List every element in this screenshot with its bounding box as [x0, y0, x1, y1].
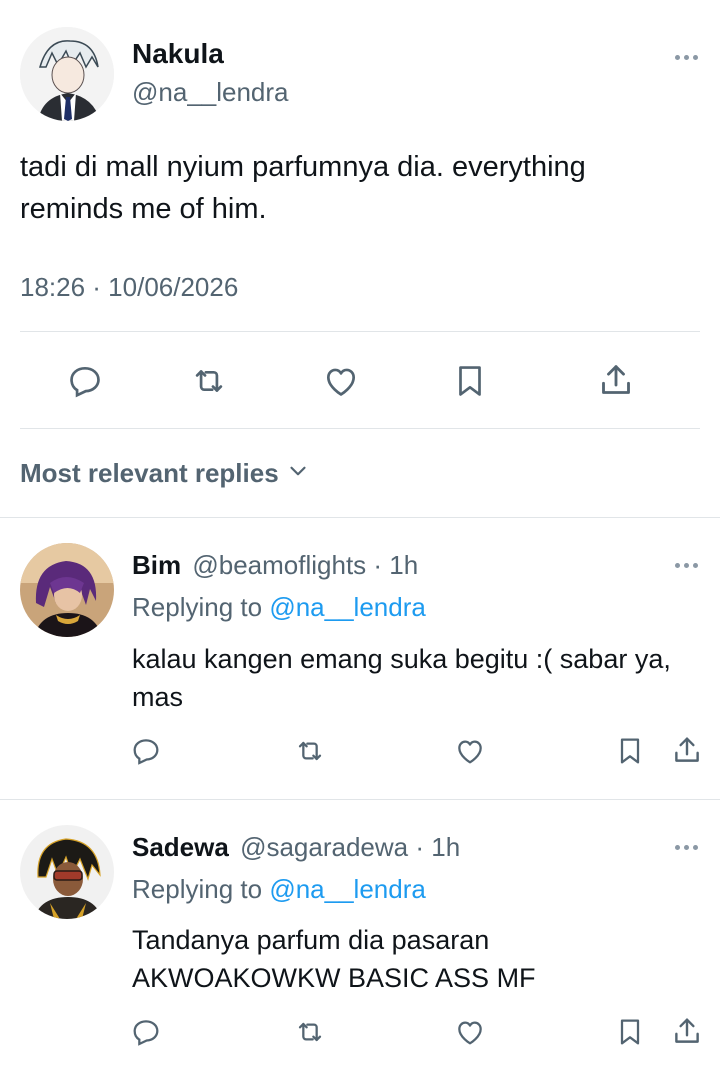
bookmark-icon[interactable] — [614, 1016, 646, 1048]
chevron-down-icon — [285, 458, 311, 489]
retweet-icon[interactable] — [293, 735, 327, 767]
reply-icon[interactable] — [66, 362, 104, 400]
reply-header: Sadewa @sagaradewa · 1h — [132, 832, 460, 863]
avatar-illustration — [20, 543, 114, 637]
avatar[interactable] — [20, 825, 114, 919]
reply-text: kalau kangen emang suka begitu :( sabar … — [132, 644, 671, 712]
reply-time[interactable]: · 1h — [415, 832, 460, 862]
share-icon[interactable] — [670, 1014, 704, 1048]
like-icon[interactable] — [453, 1016, 487, 1048]
replying-to-label: Replying to — [132, 592, 263, 622]
tweet-timestamp: 18:26 · 10/06/2026 — [20, 272, 239, 302]
like-icon[interactable] — [453, 735, 487, 767]
reply-icon[interactable] — [130, 735, 162, 767]
author-name[interactable]: Sadewa — [132, 832, 229, 862]
reply-time[interactable]: · 1h — [373, 550, 418, 580]
replying-to: Replying to @na__lendra — [132, 874, 426, 905]
author-name[interactable]: Nakula — [132, 38, 224, 70]
replies-sort-label: Most relevant replies — [20, 458, 279, 488]
avatar-illustration — [20, 825, 114, 919]
author-name[interactable]: Bim — [132, 550, 181, 580]
replying-to-label: Replying to — [132, 874, 263, 904]
avatar-illustration — [20, 27, 114, 121]
bookmark-icon[interactable] — [451, 362, 489, 400]
reply-text: Tandanya parfum dia pasaran AKWOAKOWKW B… — [132, 925, 536, 993]
bookmark-icon[interactable] — [614, 735, 646, 767]
avatar[interactable] — [20, 543, 114, 637]
divider — [0, 517, 720, 518]
avatar[interactable] — [20, 27, 114, 121]
reply-icon[interactable] — [130, 1016, 162, 1048]
reply-header: Bim @beamoflights · 1h — [132, 550, 418, 581]
divider — [20, 331, 700, 332]
share-icon[interactable] — [596, 360, 636, 400]
author-handle[interactable]: @beamoflights — [192, 550, 366, 580]
more-options-icon[interactable] — [675, 563, 698, 568]
author-handle[interactable]: @sagaradewa — [240, 832, 408, 862]
divider — [20, 428, 700, 429]
replying-to: Replying to @na__lendra — [132, 592, 426, 623]
more-options-icon[interactable] — [675, 55, 698, 60]
replying-to-handle[interactable]: @na__lendra — [269, 592, 426, 622]
share-icon[interactable] — [670, 733, 704, 767]
tweet-text: tadi di mall nyium parfumnya dia. everyt… — [20, 151, 586, 225]
more-options-icon[interactable] — [675, 845, 698, 850]
replies-sort-button[interactable]: Most relevant replies — [20, 458, 311, 489]
divider — [0, 799, 720, 800]
replying-to-handle[interactable]: @na__lendra — [269, 874, 426, 904]
author-handle[interactable]: @na__lendra — [132, 77, 289, 108]
retweet-icon[interactable] — [188, 362, 230, 400]
like-icon[interactable] — [321, 362, 361, 400]
retweet-icon[interactable] — [293, 1016, 327, 1048]
